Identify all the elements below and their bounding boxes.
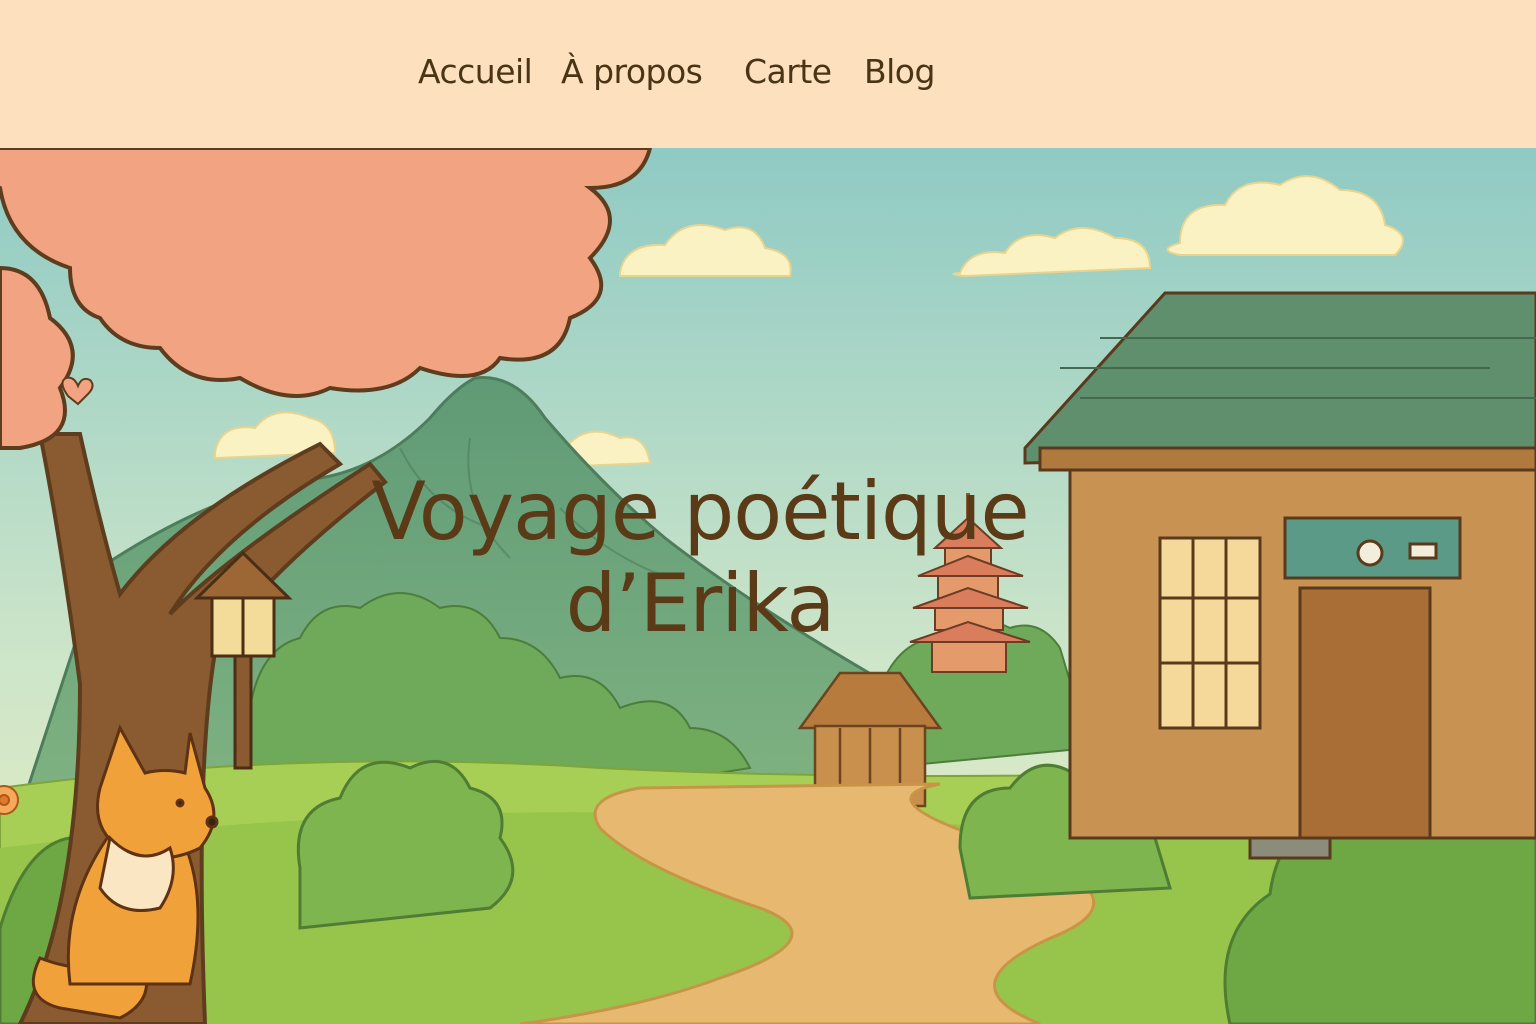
hero-banner: Voyage poétique d’Erika	[0, 148, 1536, 1024]
nav-link-carte[interactable]: Carte	[744, 52, 832, 91]
main-nav: Accueil À propos Carte Blog	[0, 52, 1536, 100]
nav-link-accueil[interactable]: Accueil	[418, 52, 533, 91]
site-header: Accueil À propos Carte Blog	[0, 0, 1536, 148]
flower-icon	[0, 785, 19, 815]
nav-link-a-propos[interactable]: À propos	[561, 52, 703, 91]
nav-link-blog[interactable]: Blog	[864, 52, 935, 91]
hero-title: Voyage poétique d’Erika	[330, 466, 1070, 650]
hero-title-line1: Voyage poétique	[371, 465, 1029, 558]
house	[1023, 291, 1536, 860]
hero-title-line2: d’Erika	[565, 557, 836, 650]
